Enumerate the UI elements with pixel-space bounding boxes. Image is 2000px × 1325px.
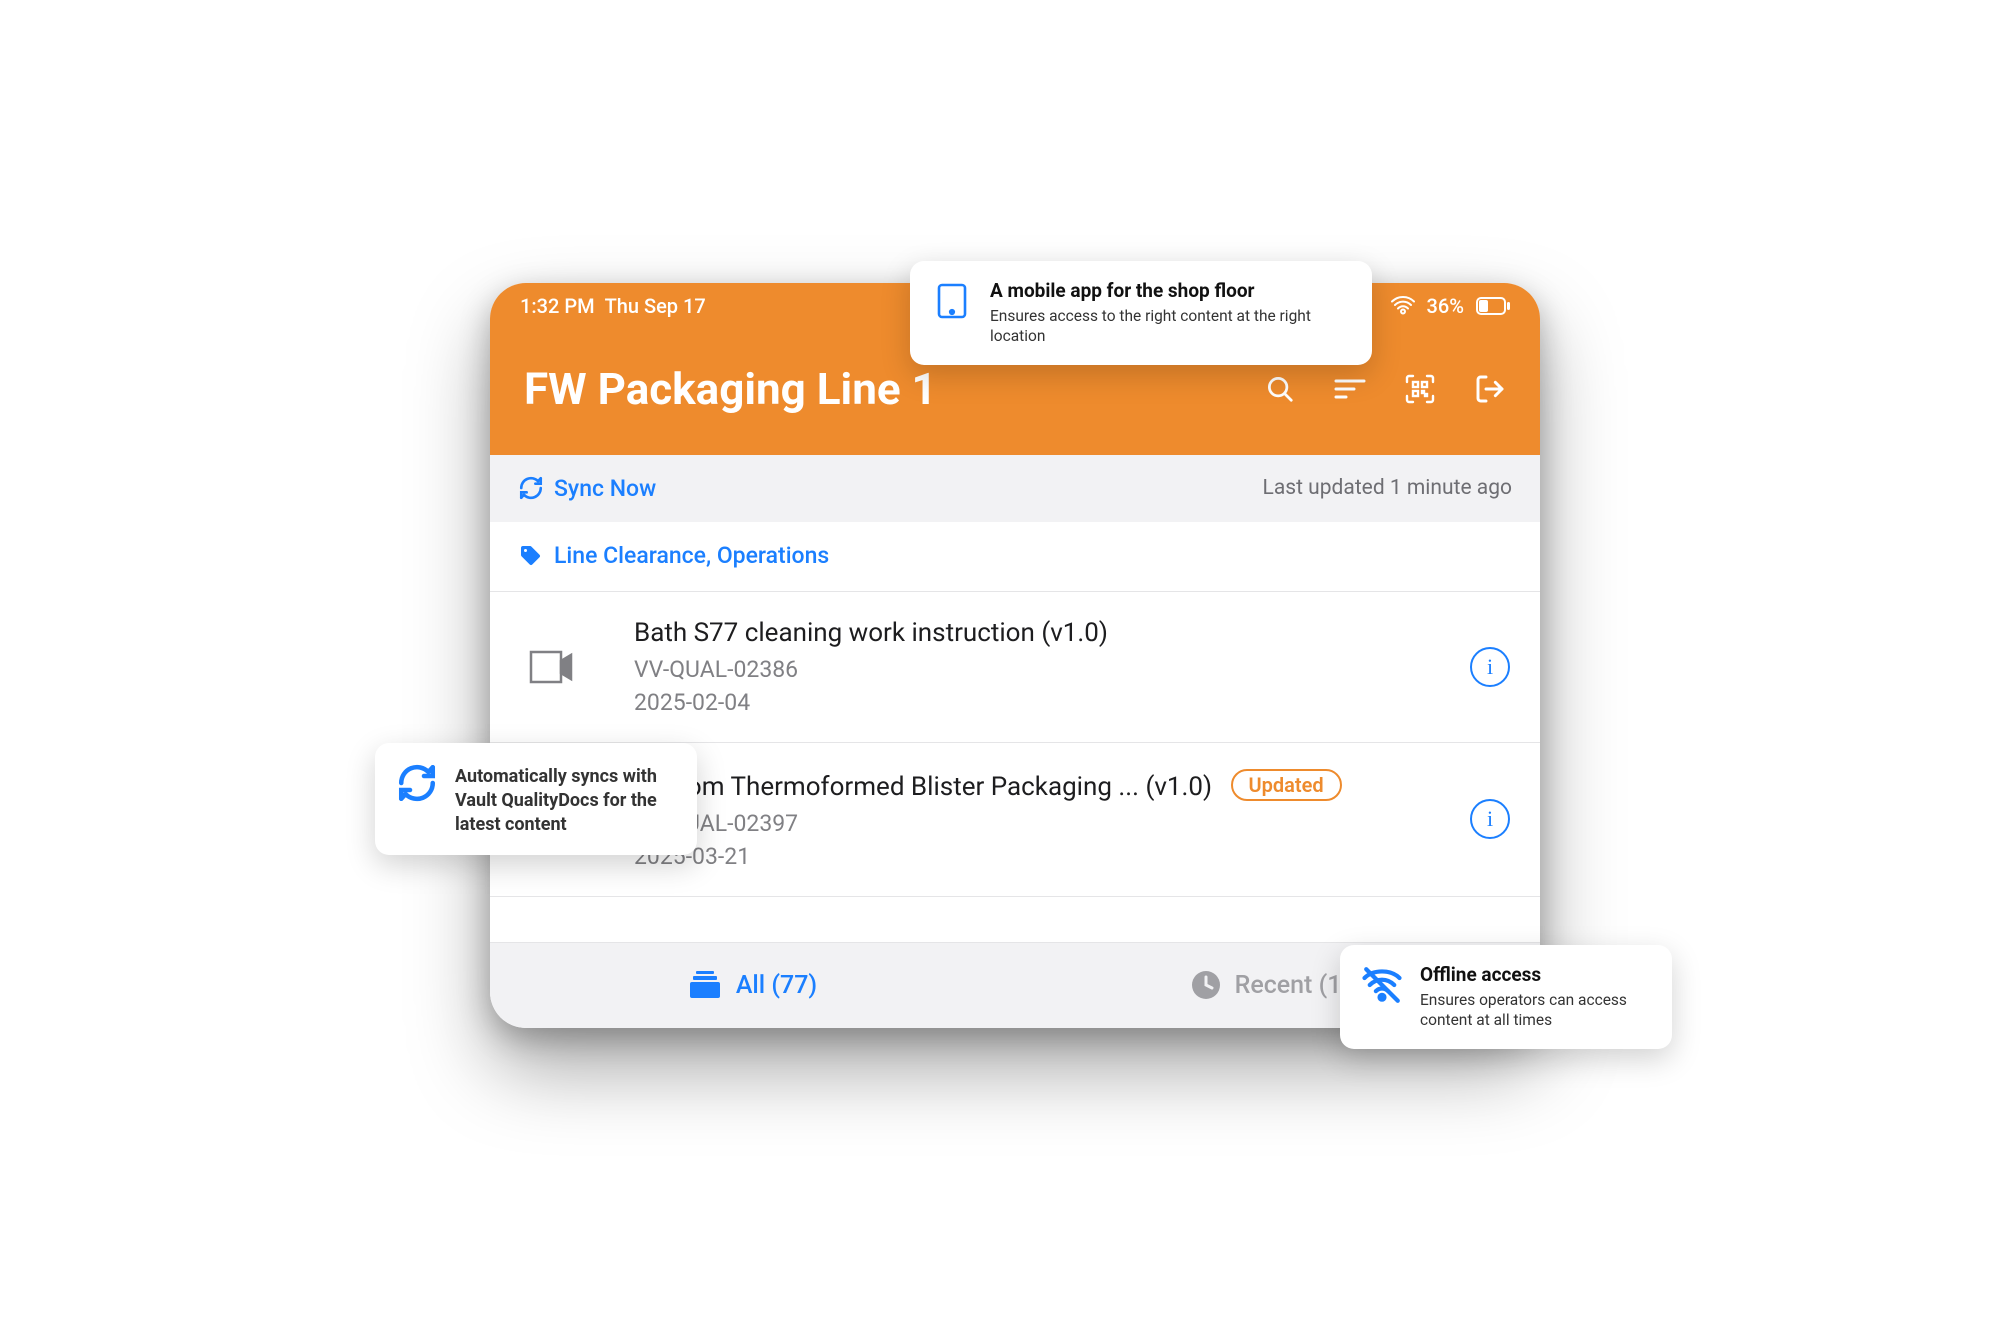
sort-icon[interactable] bbox=[1334, 373, 1366, 405]
page-title: FW Packaging Line 1 bbox=[524, 363, 937, 415]
tags-row[interactable]: Line Clearance, Operations bbox=[490, 522, 1540, 592]
document-row[interactable]: Bath S77 cleaning work instruction (v1.0… bbox=[490, 592, 1540, 743]
document-title: Bath S77 cleaning work instruction bbox=[634, 618, 1035, 648]
info-button[interactable]: i bbox=[1470, 647, 1510, 687]
document-id: VV-QUAL-02386 bbox=[634, 656, 1470, 683]
callout-desc: Ensures access to the right content at t… bbox=[990, 306, 1350, 348]
battery-pct: 36% bbox=[1427, 294, 1464, 318]
info-button[interactable]: i bbox=[1470, 799, 1510, 839]
tablet-icon bbox=[930, 279, 974, 323]
clock-icon bbox=[1191, 970, 1221, 1000]
callout-title: A mobile app for the shop floor bbox=[990, 279, 1350, 302]
status-date: Thu Sep 17 bbox=[605, 294, 706, 318]
document-id: VV-QUAL-02397 bbox=[634, 810, 1470, 837]
tags-text: Line Clearance, Operations bbox=[554, 542, 829, 569]
callout-desc: Automatically syncs with Vault QualityDo… bbox=[455, 765, 675, 838]
qr-scan-icon[interactable] bbox=[1404, 373, 1436, 405]
sync-row: Sync Now Last updated 1 minute ago bbox=[490, 455, 1540, 522]
tab-all[interactable]: All (77) bbox=[490, 943, 1015, 1028]
last-updated-text: Last updated 1 minute ago bbox=[1263, 476, 1512, 500]
callout-desc: Ensures operators can access content at … bbox=[1420, 990, 1650, 1032]
document-version: (v1.0) bbox=[1041, 618, 1108, 648]
document-version: (v1.0) bbox=[1145, 772, 1212, 802]
battery-icon bbox=[1476, 297, 1510, 315]
status-time: 1:32 PM bbox=[520, 294, 595, 318]
sync-icon bbox=[518, 475, 544, 501]
video-icon bbox=[524, 650, 578, 684]
document-date: 2025-03-21 bbox=[634, 843, 1470, 870]
sync-now-label: Sync Now bbox=[554, 475, 656, 502]
tab-all-label: All (77) bbox=[736, 971, 817, 1000]
updated-badge: Updated bbox=[1231, 769, 1342, 801]
callout-title: Offline access bbox=[1420, 963, 1650, 986]
stack-icon bbox=[688, 970, 722, 1000]
search-icon[interactable] bbox=[1264, 373, 1296, 405]
callout-auto-sync: Automatically syncs with Vault QualityDo… bbox=[375, 743, 697, 856]
logout-icon[interactable] bbox=[1474, 373, 1506, 405]
tablet-frame: 1:32 PM Thu Sep 17 36% FW Packaging Line… bbox=[490, 283, 1540, 1028]
callout-mobile-app: A mobile app for the shop floor Ensures … bbox=[910, 261, 1372, 366]
sync-now-button[interactable]: Sync Now bbox=[518, 475, 656, 502]
document-date: 2025-02-04 bbox=[634, 689, 1470, 716]
wifi-off-icon bbox=[1360, 963, 1404, 1007]
tag-icon bbox=[518, 543, 542, 567]
sync-icon bbox=[395, 761, 439, 805]
document-title: Custom Thermoformed Blister Packaging ..… bbox=[634, 772, 1139, 802]
wifi-icon bbox=[1391, 296, 1415, 316]
callout-offline: Offline access Ensures operators can acc… bbox=[1340, 945, 1672, 1050]
